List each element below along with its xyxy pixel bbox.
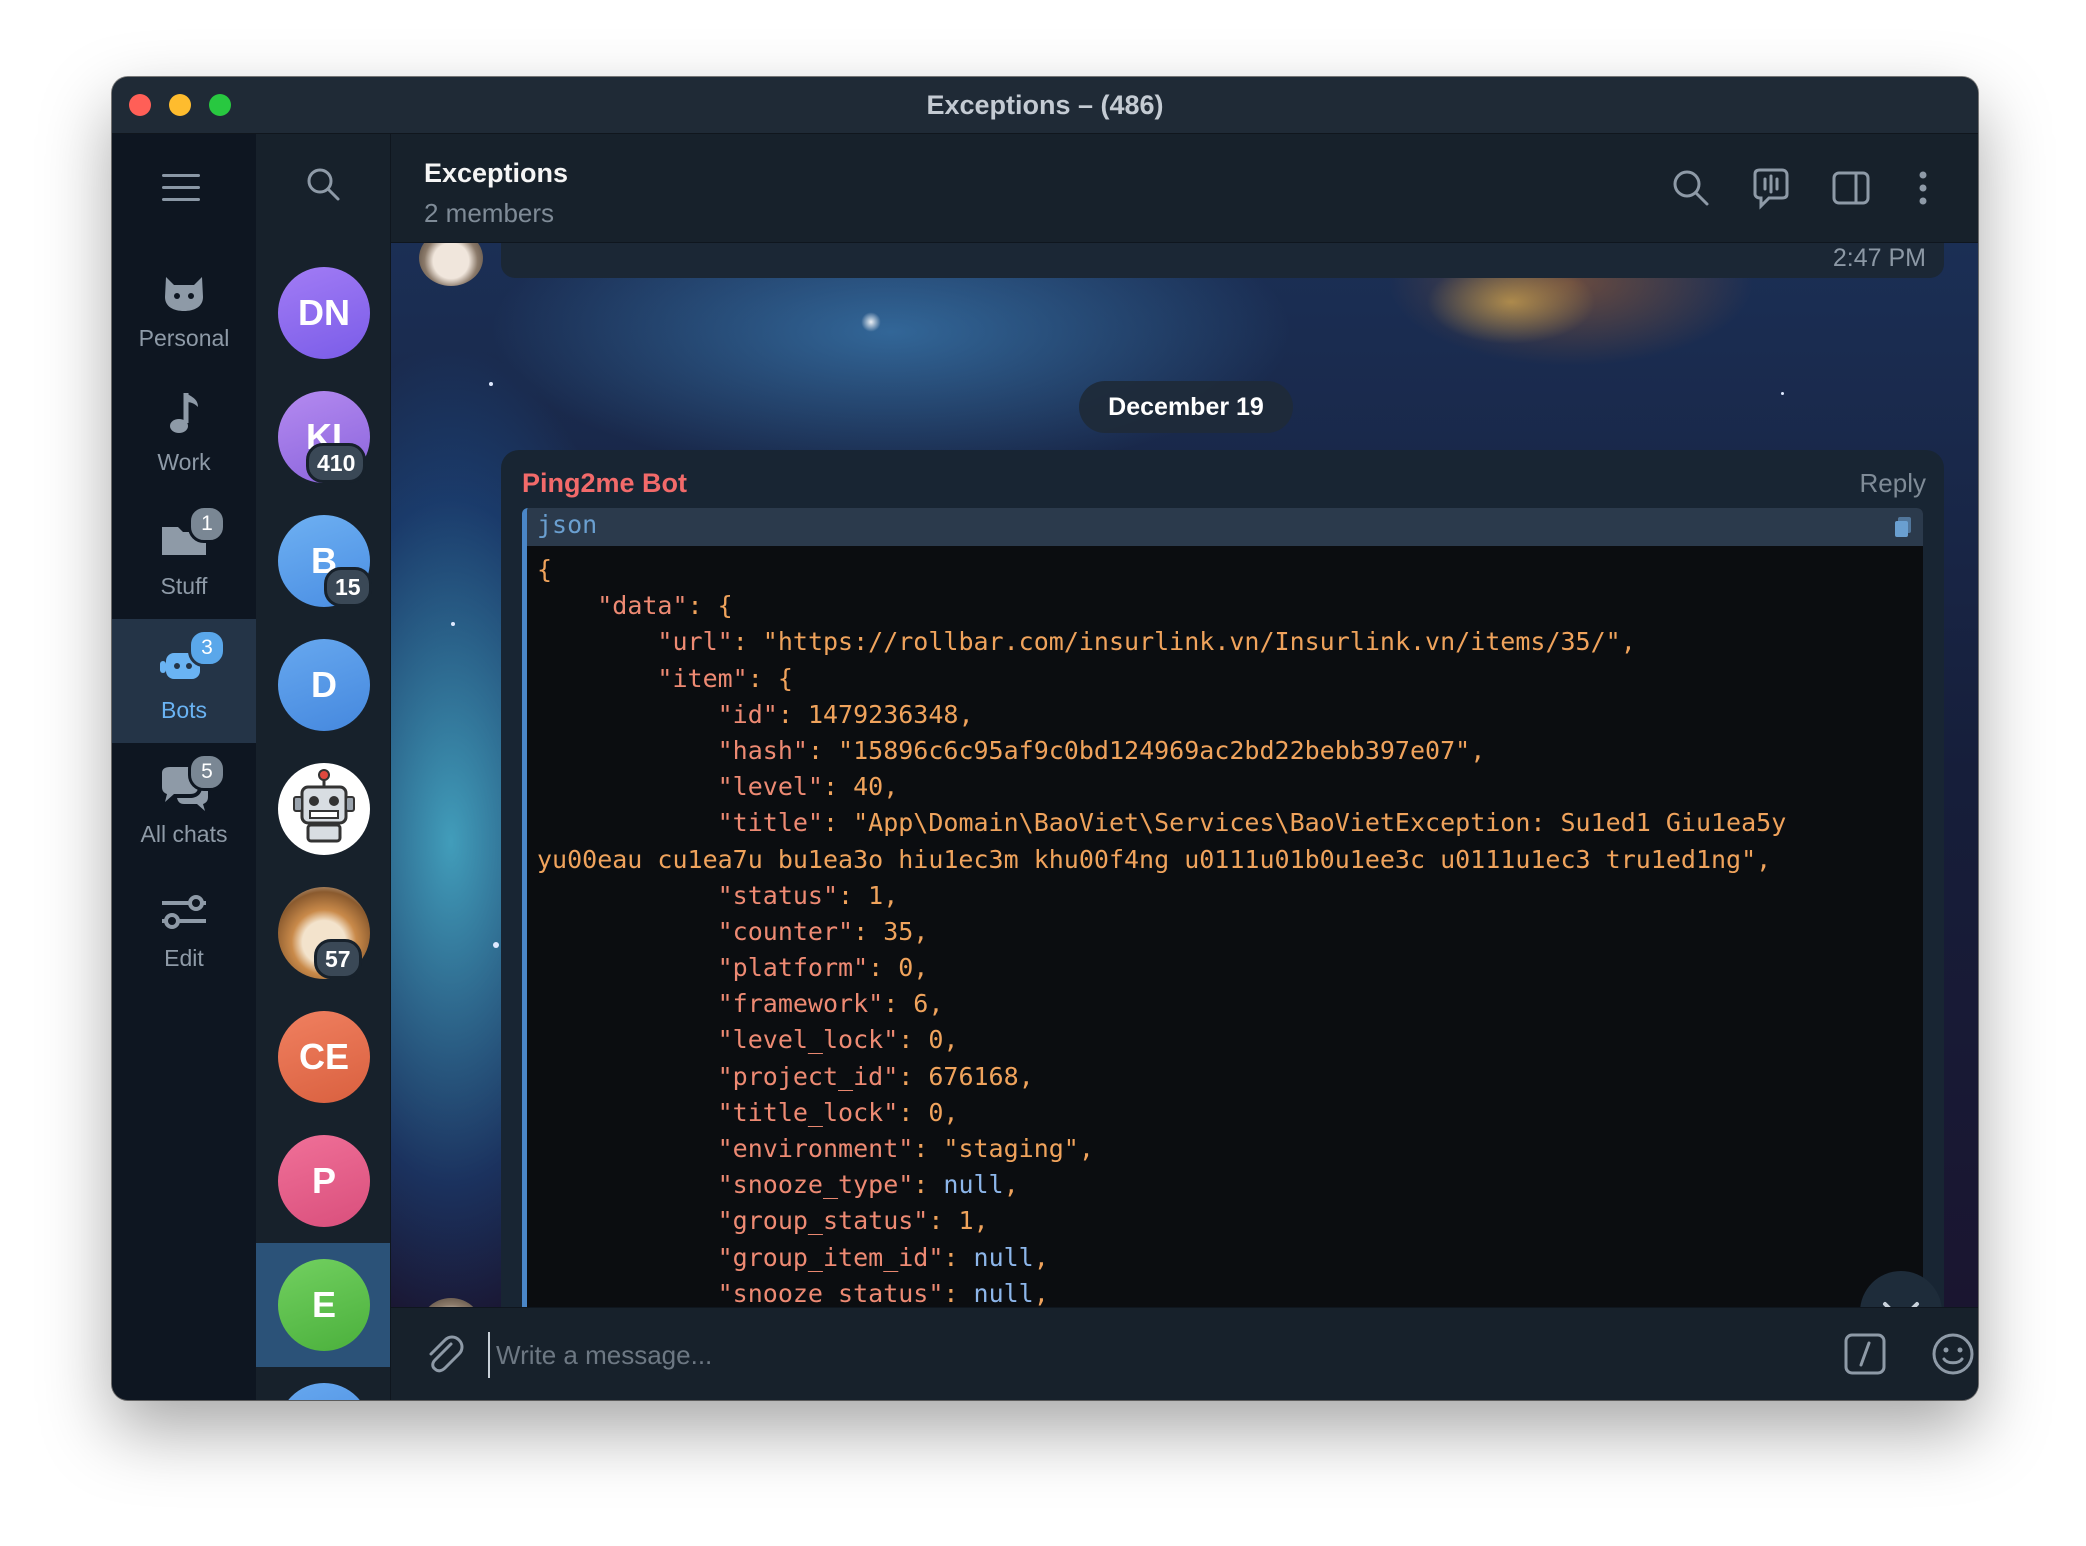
folder-label: All chats	[140, 821, 228, 847]
code-line: "snooze_status": null,	[717, 1278, 1049, 1308]
chat-item[interactable]	[256, 747, 390, 871]
avatar: P	[278, 1135, 370, 1227]
code-line: "platform": 0,	[717, 953, 929, 983]
chat-panel: Exceptions 2 members 2:47 PM December 19…	[391, 134, 1978, 1400]
message-time: 2:47 PM	[1832, 244, 1926, 272]
code-block-header: json	[527, 508, 1923, 546]
unread-count-badge: 57	[314, 939, 362, 979]
code-block[interactable]: json { "data": { "url": "https://rollbar…	[522, 508, 1923, 1308]
avatar: D	[278, 639, 370, 731]
code-line: "status": 1,	[717, 880, 899, 910]
folder-work[interactable]: Work	[112, 371, 256, 495]
chat-item[interactable]: DN	[256, 251, 390, 375]
code-line: "framework": 6,	[717, 989, 944, 1019]
code-line: "snooze_type": null,	[717, 1170, 1019, 1200]
folder-edit[interactable]: Edit	[112, 867, 256, 991]
sidebar-toggle-icon[interactable]	[1827, 164, 1875, 212]
chat-title[interactable]: Exceptions	[424, 158, 568, 189]
folder-unread-badge: 5	[188, 753, 226, 791]
copy-icon[interactable]	[1893, 516, 1913, 538]
chat-header: Exceptions 2 members	[391, 134, 1978, 243]
chat-item[interactable]: CE	[256, 995, 390, 1119]
code-line: "project_id": 676168,	[717, 1061, 1034, 1091]
chat-item-exceptions[interactable]: E	[256, 1243, 390, 1367]
folder-all-chats[interactable]: 5 All chats	[112, 743, 256, 867]
code-line: {	[537, 555, 553, 584]
folder-label: Bots	[160, 697, 208, 723]
hamburger-menu-icon[interactable]	[162, 174, 202, 204]
chat-item[interactable]	[256, 1367, 390, 1400]
chat-item[interactable]: KI 410	[256, 375, 390, 499]
code-line: "level_lock": 0,	[717, 1025, 959, 1055]
window-title: Exceptions – (486)	[926, 90, 1164, 120]
chat-item[interactable]: D	[256, 623, 390, 747]
code-line: "data": {	[597, 591, 733, 621]
chat-item[interactable]: 57	[256, 871, 390, 995]
code-line: "counter": 35,	[717, 916, 929, 946]
folder-label: Work	[157, 449, 211, 475]
search-icon[interactable]	[303, 164, 343, 204]
folder-stuff[interactable]: 1 Stuff	[112, 495, 256, 619]
attach-icon[interactable]	[419, 1330, 467, 1378]
sender-name[interactable]: Ping2me Bot	[522, 468, 687, 499]
chat-list: DN KI 410 B 15 D 57 CE P E	[256, 134, 391, 1400]
folder-label: Edit	[164, 945, 204, 971]
folder-label: Personal	[138, 325, 230, 351]
message-composer	[391, 1307, 1978, 1400]
code-line: "environment": "staging",	[717, 1134, 1094, 1163]
unread-count-badge: 410	[306, 443, 367, 483]
reply-button[interactable]: Reply	[1860, 468, 1926, 499]
date-separator: December 19	[1079, 381, 1293, 433]
chat-item[interactable]: B 15	[256, 499, 390, 623]
avatar: CE	[278, 1011, 370, 1103]
code-content: { "data": { "url": "https://rollbar.com/…	[537, 552, 1913, 1308]
robot-avatar-icon	[278, 763, 370, 855]
avatar: DN	[278, 267, 370, 359]
code-line: "title": "App\Domain\BaoViet\Services\Ba…	[717, 808, 1787, 838]
folder-unread-badge: 3	[188, 629, 226, 667]
avatar	[278, 1383, 370, 1400]
code-language-label: json	[537, 510, 598, 539]
avatar: E	[278, 1259, 370, 1351]
bot-commands-icon[interactable]	[1841, 1330, 1889, 1378]
folder-bots[interactable]: 3 Bots	[112, 619, 256, 743]
code-line: "title_lock": 0,	[717, 1097, 959, 1127]
previous-message-bubble[interactable]: 2:47 PM	[501, 242, 1944, 278]
search-icon[interactable]	[1667, 164, 1715, 212]
code-line: "group_item_id": null,	[717, 1242, 1049, 1272]
code-line: yu00eau cu1ea7u bu1ea3o hiu1ec3m khu00f4…	[537, 844, 1772, 874]
folder-label: Stuff	[160, 573, 208, 599]
cat-icon	[165, 277, 203, 311]
code-line: "level": 40,	[717, 772, 899, 802]
message-input[interactable]	[488, 1332, 1398, 1378]
folder-sidebar: Personal Work 1 Stuff 3 Bots 5 All chats…	[112, 134, 256, 1400]
message-bubble[interactable]: Ping2me Bot Reply json { "data": { "url"…	[501, 450, 1944, 1308]
code-line: "id": 1479236348,	[717, 699, 974, 729]
more-options-icon[interactable]	[1899, 164, 1947, 212]
code-line: "url": "https://rollbar.com/insurlink.vn…	[657, 627, 1636, 657]
code-line: "item": {	[657, 663, 793, 693]
code-line: "group_status": 1,	[717, 1206, 989, 1236]
sliders-icon	[162, 895, 206, 929]
music-note-icon	[170, 393, 198, 433]
folder-personal[interactable]: Personal	[112, 247, 256, 371]
member-count: 2 members	[424, 198, 555, 228]
app-window: Exceptions – (486) Personal Work 1 Stuff…	[112, 77, 1978, 1400]
chat-item[interactable]: P	[256, 1119, 390, 1243]
title-bar: Exceptions – (486)	[112, 77, 1978, 134]
unread-count-badge: 15	[324, 567, 372, 607]
folder-unread-badge: 1	[188, 505, 226, 543]
code-line: "hash": "15896c6c95af9c0bd124969ac2bd22b…	[717, 735, 1486, 765]
emoji-icon[interactable]	[1929, 1330, 1977, 1378]
voice-chat-icon[interactable]	[1747, 164, 1795, 212]
